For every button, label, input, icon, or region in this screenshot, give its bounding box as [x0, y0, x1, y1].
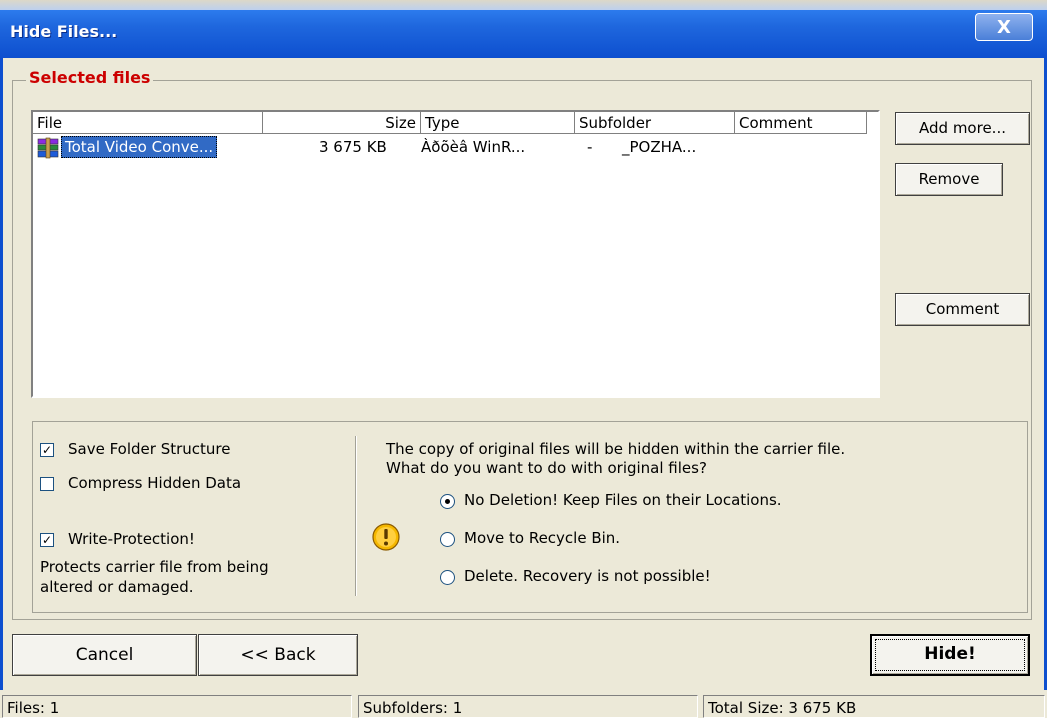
title-bar: Hide Files... X	[0, 0, 1047, 58]
radio-selected-dot	[445, 499, 450, 504]
background-strip	[0, 0, 1047, 10]
file-size-cell: 3 675 KB	[319, 138, 387, 156]
file-list[interactable]: File Size Type Subfolder Comment Total V…	[31, 110, 880, 398]
write-protection-label[interactable]: Write-Protection!	[68, 530, 195, 548]
column-header-type[interactable]: Type	[421, 112, 575, 134]
write-protection-note-line2: altered or damaged.	[40, 578, 194, 596]
save-folder-structure-checkbox[interactable]: ✓	[40, 443, 54, 457]
info-text-line2: What do you want to do with original fil…	[386, 459, 707, 477]
radio-delete-label[interactable]: Delete. Recovery is not possible!	[464, 567, 711, 585]
status-subfolders: Subfolders: 1	[358, 695, 698, 718]
file-type-cell: Àðõèâ WinR...	[421, 138, 526, 156]
add-more-button[interactable]: Add more...	[895, 112, 1030, 145]
hide-button[interactable]: Hide!	[870, 634, 1030, 676]
comment-cell: _POZHA...	[622, 138, 697, 156]
window-title: Hide Files...	[10, 22, 118, 41]
radio-move-to-recycle-bin-label[interactable]: Move to Recycle Bin.	[464, 529, 620, 547]
column-header-subfolder[interactable]: Subfolder	[575, 112, 735, 134]
compress-hidden-data-checkbox[interactable]	[40, 477, 54, 491]
table-row[interactable]: Total Video Conve... 3 675 KB Àðõèâ WinR…	[33, 136, 878, 160]
write-protection-checkbox[interactable]: ✓	[40, 533, 54, 547]
status-total-size: Total Size: 3 675 KB	[703, 695, 1045, 718]
radio-move-to-recycle-bin[interactable]	[440, 532, 455, 547]
remove-button[interactable]: Remove	[895, 163, 1003, 196]
comment-button[interactable]: Comment	[895, 293, 1030, 326]
options-divider	[355, 436, 357, 596]
save-folder-structure-label[interactable]: Save Folder Structure	[68, 440, 231, 458]
write-protection-note-line1: Protects carrier file from being	[40, 558, 269, 576]
back-button[interactable]: << Back	[198, 634, 358, 676]
file-name-cell[interactable]: Total Video Conve...	[61, 136, 218, 158]
warning-icon	[372, 523, 400, 551]
cancel-button[interactable]: Cancel	[12, 634, 197, 676]
radio-no-deletion-label[interactable]: No Deletion! Keep Files on their Locatio…	[464, 491, 782, 509]
status-files: Files: 1	[2, 695, 352, 718]
window-border-left	[0, 58, 3, 718]
compress-hidden-data-label[interactable]: Compress Hidden Data	[68, 474, 241, 492]
subfolder-cell: -	[587, 138, 593, 156]
column-header-size[interactable]: Size	[263, 112, 421, 134]
winrar-archive-icon	[37, 137, 59, 159]
list-header: File Size Type Subfolder Comment	[33, 112, 878, 134]
radio-delete[interactable]	[440, 570, 455, 585]
column-header-comment[interactable]: Comment	[735, 112, 867, 134]
info-text-line1: The copy of original files will be hidde…	[386, 440, 846, 458]
column-header-file[interactable]: File	[33, 112, 263, 134]
close-button[interactable]: X	[975, 13, 1033, 41]
radio-no-deletion[interactable]	[440, 494, 455, 509]
selected-files-title: Selected files	[26, 68, 154, 87]
